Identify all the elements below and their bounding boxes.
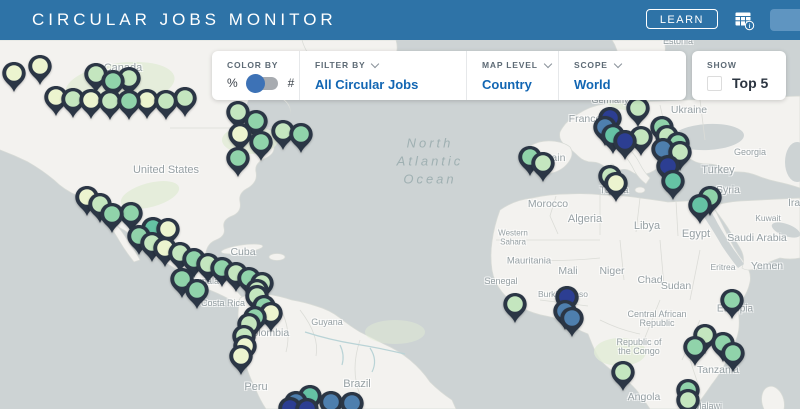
show-label: SHOW xyxy=(707,60,768,70)
map-pin[interactable] xyxy=(153,89,179,121)
map-pin[interactable] xyxy=(184,278,210,310)
app-window: CanadaUnited StatesCubaGuatemalaCosta Ri… xyxy=(0,0,800,409)
map-pin[interactable] xyxy=(1,61,27,93)
top5-checkbox[interactable] xyxy=(707,76,722,91)
table-info-icon[interactable]: i xyxy=(734,10,755,31)
map-pin[interactable] xyxy=(288,122,314,154)
map-level-dropdown[interactable]: MAP LEVEL Country xyxy=(466,51,558,100)
map-pin[interactable] xyxy=(99,202,125,234)
map-pin[interactable] xyxy=(248,130,274,162)
map-pin[interactable] xyxy=(603,171,629,203)
show-section: SHOW Top 5 xyxy=(692,51,768,100)
chevron-down-icon xyxy=(614,59,622,67)
map-pin[interactable] xyxy=(687,193,713,225)
map-pin[interactable] xyxy=(610,360,636,392)
percent-option[interactable]: % xyxy=(227,76,238,90)
map-pin[interactable] xyxy=(225,146,251,178)
app-title: CIRCULAR JOBS MONITOR xyxy=(32,10,337,30)
map-pin[interactable] xyxy=(675,388,701,409)
filter-by-label: FILTER BY xyxy=(315,60,365,70)
app-header: CIRCULAR JOBS MONITOR LEARN i xyxy=(0,0,800,40)
map-pin[interactable] xyxy=(612,129,638,161)
show-panel: SHOW Top 5 xyxy=(692,51,786,100)
map-pin[interactable] xyxy=(339,391,365,409)
map-pin[interactable] xyxy=(530,151,556,183)
map-pin[interactable] xyxy=(228,344,254,376)
scope-value[interactable]: World xyxy=(574,77,686,92)
map-pin[interactable] xyxy=(27,54,53,86)
map-pin[interactable] xyxy=(719,288,745,320)
top5-label[interactable]: Top 5 xyxy=(732,75,768,91)
filter-toolbar: COLOR BY % # FILTER BY All Circular Jobs… xyxy=(212,51,686,100)
count-option[interactable]: # xyxy=(288,76,295,90)
map-pin[interactable] xyxy=(625,96,651,128)
scope-dropdown[interactable]: SCOPE World xyxy=(558,51,686,100)
learn-button[interactable]: LEARN xyxy=(646,9,718,29)
map-pin[interactable] xyxy=(660,169,686,201)
scope-label: SCOPE xyxy=(574,60,608,70)
map-level-label: MAP LEVEL xyxy=(482,60,538,70)
map-pin[interactable] xyxy=(559,306,585,338)
map-pin[interactable] xyxy=(502,292,528,324)
color-by-label: COLOR BY xyxy=(227,60,299,70)
filter-by-dropdown[interactable]: FILTER BY All Circular Jobs xyxy=(299,51,466,100)
filter-by-value[interactable]: All Circular Jobs xyxy=(315,77,466,92)
toggle-knob[interactable] xyxy=(246,74,265,93)
map-pin[interactable] xyxy=(720,341,746,373)
map-pin[interactable] xyxy=(682,335,708,367)
map-level-value[interactable]: Country xyxy=(482,77,558,92)
color-by-toggle[interactable] xyxy=(248,77,278,90)
map-pin[interactable] xyxy=(116,89,142,121)
chevron-down-icon xyxy=(371,59,379,67)
partial-button[interactable] xyxy=(770,9,800,31)
chevron-down-icon xyxy=(543,59,551,67)
map-pin[interactable] xyxy=(294,397,320,409)
color-by-section: COLOR BY % # xyxy=(212,51,299,100)
